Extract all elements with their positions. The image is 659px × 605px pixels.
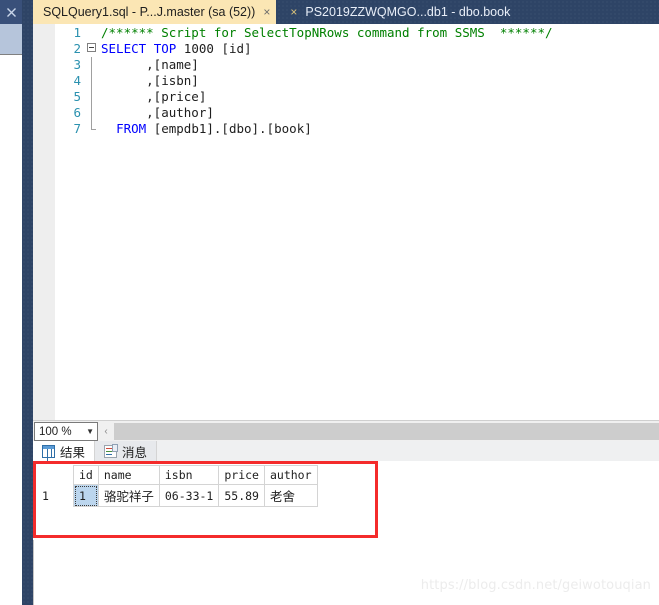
code-text: FROM [empdb1].[dbo].[book] [116, 121, 312, 136]
code-line: 2 SELECT TOP 1000 [id] [55, 41, 659, 57]
tab-dbo-book-label: PS2019ZZWQMGO...db1 - dbo.book [305, 5, 511, 19]
fold-gutter [85, 73, 99, 89]
grid-corner-cell[interactable] [37, 465, 74, 485]
code-line: 4 ,[isbn] [55, 73, 659, 89]
tab-sqlquery1-close-icon[interactable]: × [263, 6, 270, 18]
results-tab-bar: 结果 消息 [33, 441, 659, 462]
window-close-button[interactable] [0, 0, 22, 24]
sql-editor[interactable]: 1 /****** Script for SelectTopNRows comm… [33, 24, 659, 420]
cell-id[interactable]: 1 [73, 484, 99, 507]
column-header-id[interactable]: id [73, 465, 99, 485]
message-icon [104, 443, 119, 458]
ssms-window: SQLQuery1.sql - P...J.master (sa (52)) ×… [0, 0, 659, 605]
close-icon [6, 7, 16, 17]
code-line: 6 ,[author] [55, 105, 659, 121]
tab-results-label: 结果 [60, 445, 86, 460]
table-row[interactable]: 1 1 骆驼祥子 06-33-1 55.89 老舍 [37, 484, 318, 507]
line-number: 6 [73, 105, 81, 120]
code-text: SELECT TOP 1000 [id] [101, 41, 252, 56]
results-pane-left-border [33, 540, 34, 605]
editor-status-row: 100 % ▼ ‹ [33, 420, 659, 442]
tab-sqlquery1-label: SQLQuery1.sql - P...J.master (sa (52)) [43, 5, 256, 19]
scroll-left-button[interactable]: ‹ [98, 422, 114, 441]
zoom-level-dropdown[interactable]: 100 % ▼ [34, 422, 98, 441]
left-rail-panel [0, 24, 22, 55]
collapse-icon[interactable] [87, 43, 96, 52]
line-number: 5 [73, 89, 81, 104]
grid-header-row: id name isbn price author [37, 465, 318, 485]
column-header-isbn[interactable]: isbn [158, 465, 220, 485]
grid-icon [42, 444, 55, 458]
tab-results[interactable]: 结果 [33, 441, 96, 461]
fold-gutter [85, 105, 99, 121]
tab-sqlquery1[interactable]: SQLQuery1.sql - P...J.master (sa (52)) × [33, 0, 277, 24]
code-line: 7 FROM [empdb1].[dbo].[book] [55, 121, 659, 137]
editor-code-area[interactable]: 1 /****** Script for SelectTopNRows comm… [55, 25, 659, 420]
column-header-author[interactable]: author [263, 465, 318, 485]
row-header[interactable]: 1 [37, 484, 74, 507]
column-header-price[interactable]: price [218, 465, 265, 485]
line-number: 1 [73, 25, 81, 40]
tab-messages-label: 消息 [122, 445, 148, 460]
cell-price[interactable]: 55.89 [218, 484, 265, 507]
fold-gutter[interactable] [85, 41, 99, 57]
column-header-name[interactable]: name [97, 465, 160, 485]
line-number: 4 [73, 73, 81, 88]
tab-messages[interactable]: 消息 [95, 441, 158, 461]
code-line: 5 ,[price] [55, 89, 659, 105]
code-line: 1 /****** Script for SelectTopNRows comm… [55, 25, 659, 41]
line-number: 7 [73, 121, 81, 136]
code-text: ,[name] [101, 57, 199, 72]
cell-author[interactable]: 老舍 [263, 484, 318, 507]
fold-gutter [85, 89, 99, 105]
editor-horizontal-scrollbar[interactable] [114, 423, 659, 440]
fold-gutter [85, 121, 99, 137]
cell-isbn[interactable]: 06-33-1 [158, 484, 220, 507]
code-text: /****** Script for SelectTopNRows comman… [101, 25, 553, 40]
watermark: https://blog.csdn.net/geiwotouqian [420, 578, 651, 593]
zoom-level-value: 100 % [39, 425, 72, 438]
tab-dbo-book[interactable]: × PS2019ZZWQMGO...db1 - dbo.book [276, 0, 516, 24]
code-text: ,[isbn] [101, 73, 199, 88]
code-text: ,[author] [101, 105, 214, 120]
line-number: 2 [73, 41, 81, 56]
left-rail-strip [22, 0, 33, 605]
fold-gutter [85, 57, 99, 73]
left-rail-body [0, 55, 22, 605]
cell-name[interactable]: 骆驼祥子 [97, 484, 160, 507]
fold-gutter [85, 25, 99, 41]
document-tab-bar: SQLQuery1.sql - P...J.master (sa (52)) ×… [33, 0, 659, 24]
tab-dbo-book-close-icon[interactable]: × [290, 6, 297, 18]
line-number: 3 [73, 57, 81, 72]
results-grid[interactable]: id name isbn price author 1 1 骆驼祥子 06-33… [37, 465, 318, 507]
code-line: 3 ,[name] [55, 57, 659, 73]
scrollbar-thumb[interactable] [114, 423, 659, 440]
code-text: ,[price] [101, 89, 207, 104]
chevron-down-icon: ▼ [86, 427, 94, 436]
editor-selection-margin [33, 24, 55, 420]
